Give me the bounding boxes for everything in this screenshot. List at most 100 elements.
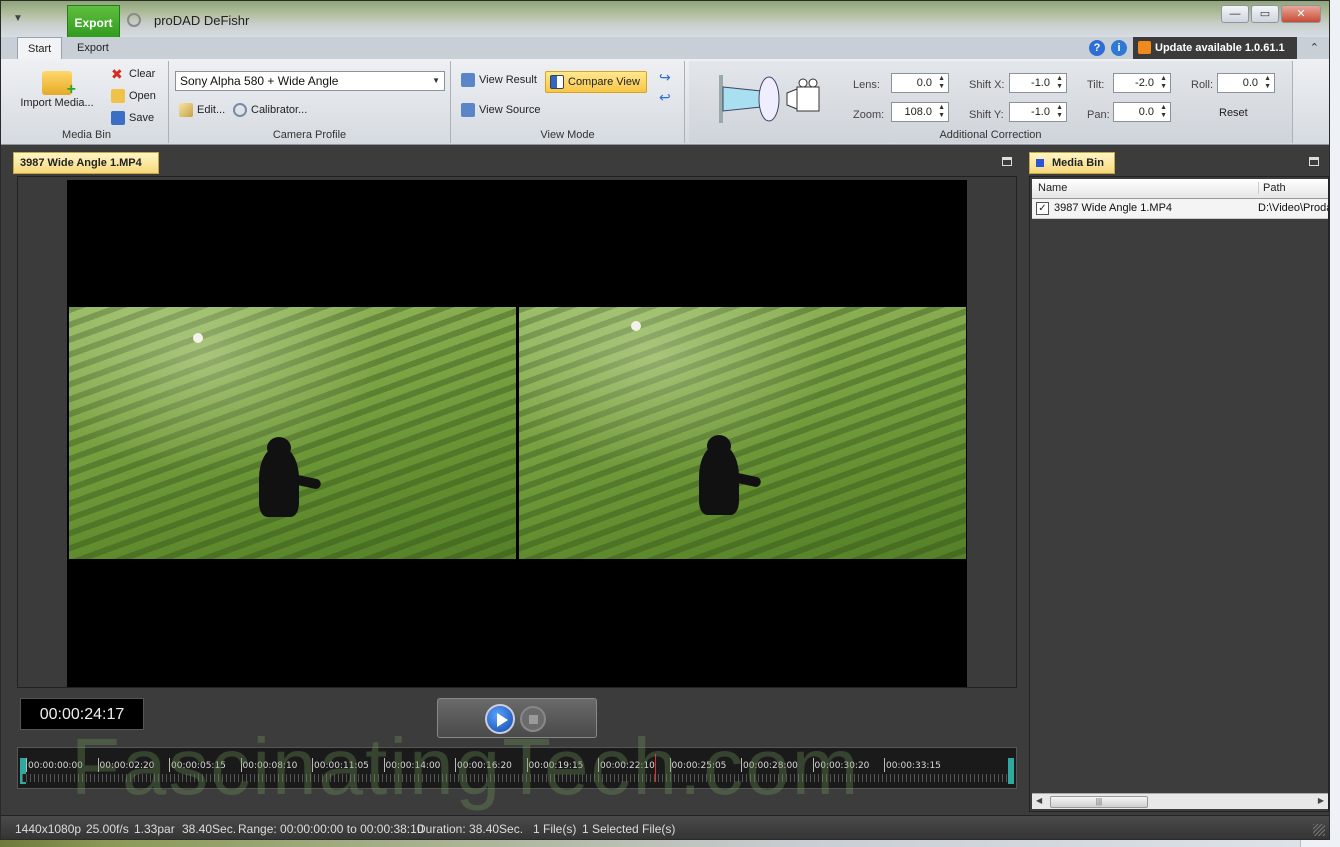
maximize-panel-icon[interactable]: [1002, 157, 1012, 166]
clear-button[interactable]: ✖ Clear: [111, 67, 155, 81]
maximize-button[interactable]: ▭: [1251, 5, 1279, 23]
open-button[interactable]: Open: [111, 89, 156, 103]
app-window: ▼ Export proDAD DeFishr — ▭ ✕ Start Expo…: [0, 0, 1330, 840]
calibrator-label: Calibrator...: [251, 104, 308, 116]
roll-spinner[interactable]: 0.0 ▲ ▼: [1217, 73, 1275, 93]
spin-arrows-icon[interactable]: ▲ ▼: [1056, 75, 1063, 91]
shift-x-spinner[interactable]: -1.0 ▲ ▼: [1009, 73, 1067, 93]
edit-label: Edit...: [197, 104, 226, 116]
reset-button[interactable]: Reset: [1219, 107, 1248, 119]
calibrator-button[interactable]: Calibrator...: [233, 103, 307, 117]
media-bin-panel: Name Path ✓ 3987 Wide Angle 1.MP4 D:\Vid…: [1029, 176, 1329, 812]
edit-profile-button[interactable]: Edit...: [179, 103, 225, 117]
lens-camera-diagram-icon: [719, 75, 820, 123]
dog: [699, 435, 739, 515]
range-end-handle[interactable]: [1008, 758, 1014, 784]
horizontal-scrollbar[interactable]: ◀ ||| ▶: [1032, 793, 1328, 809]
ball: [631, 321, 641, 331]
spin-arrows-icon[interactable]: ▲ ▼: [1160, 104, 1167, 120]
view-mode-group-label: View Mode: [540, 129, 595, 141]
lens-spinner[interactable]: 0.0 ▲ ▼: [891, 73, 949, 93]
tab-export[interactable]: Export: [67, 37, 119, 59]
roll-value: 0.0: [1242, 77, 1258, 89]
quick-export-button[interactable]: Export: [67, 5, 120, 39]
tab-start[interactable]: Start: [17, 37, 63, 59]
compare-view-label: Compare View: [568, 76, 640, 88]
lens-label: Lens:: [853, 79, 880, 91]
status-resolution: 1440x1080p: [15, 822, 82, 836]
group-camera-profile: Sony Alpha 580 + Wide Angle ▼ Edit... Ca…: [169, 61, 451, 143]
gears-icon: [233, 103, 247, 117]
status-length: 38.40Sec.: [182, 822, 237, 836]
clear-label: Clear: [129, 68, 156, 80]
shift-y-spinner[interactable]: -1.0 ▲ ▼: [1009, 102, 1067, 122]
viewer-tab[interactable]: 3987 Wide Angle 1.MP4: [13, 152, 159, 174]
zoom-spinner[interactable]: 108.0 ▲ ▼: [891, 102, 949, 122]
lens-value: 0.0: [916, 77, 932, 89]
compare-view-button[interactable]: Compare View: [545, 71, 647, 93]
resize-grip[interactable]: [1313, 824, 1325, 836]
status-fps: 25.00f/s: [86, 822, 129, 836]
tilt-label: Tilt:: [1087, 79, 1105, 91]
ribbon: Import Media... ✖ Clear Open Save Media …: [1, 59, 1329, 145]
shift-y-label: Shift Y:: [969, 109, 1004, 121]
pan-spinner[interactable]: 0.0 ▲ ▼: [1113, 102, 1171, 122]
column-header-name[interactable]: Name: [1038, 182, 1067, 194]
media-bin-header: Name Path: [1032, 179, 1328, 199]
scroll-right-icon[interactable]: ▶: [1318, 796, 1324, 805]
shift-y-value: -1.0: [1031, 106, 1050, 118]
app-menu-icon[interactable]: ▼: [13, 13, 29, 27]
save-label: Save: [129, 112, 155, 124]
camera-profile-value: Sony Alpha 580 + Wide Angle: [180, 74, 339, 88]
monitor-icon: [461, 73, 475, 87]
close-button[interactable]: ✕: [1281, 5, 1321, 23]
spin-arrows-icon[interactable]: ▲ ▼: [1160, 75, 1167, 91]
group-additional-correction: Lens: 0.0 ▲ ▼ Zoom: 108.0 ▲ ▼ Shift X: -1.…: [689, 61, 1293, 143]
folder-add-icon: [42, 71, 76, 99]
media-bin-tab[interactable]: Media Bin: [1029, 152, 1115, 174]
scroll-left-icon[interactable]: ◀: [1036, 796, 1042, 805]
undo-icon[interactable]: ↩: [659, 89, 671, 106]
update-available-button[interactable]: Update available 1.0.61.1: [1133, 37, 1297, 59]
minimize-button[interactable]: —: [1221, 5, 1249, 23]
gear-icon[interactable]: [127, 13, 141, 27]
timeline-tick: [884, 758, 885, 772]
timeline-tick: [26, 758, 27, 772]
group-view-mode: View Result Compare View View Source ↪ ↩…: [451, 61, 685, 143]
additional-correction-group-label: Additional Correction: [939, 129, 1042, 141]
rss-icon: [1138, 41, 1151, 54]
timeline-tick-label: 00:00:33:15: [886, 761, 941, 771]
maximize-panel-icon[interactable]: [1309, 157, 1319, 166]
scrollbar-thumb[interactable]: |||: [1050, 796, 1148, 808]
pencil-icon: [179, 103, 193, 117]
folder-open-icon: [111, 89, 125, 103]
status-files: 1 File(s): [533, 822, 577, 836]
redo-icon[interactable]: ↪: [659, 69, 671, 86]
column-header-path[interactable]: Path: [1258, 182, 1286, 194]
help-icon[interactable]: ?: [1089, 40, 1105, 56]
checkbox[interactable]: ✓: [1036, 202, 1049, 215]
status-duration: Duration: 38.40Sec.: [417, 822, 524, 836]
status-selected: 1 Selected File(s): [582, 822, 676, 836]
view-result-button[interactable]: View Result: [461, 73, 537, 87]
update-label: Update available 1.0.61.1: [1155, 42, 1285, 54]
spin-arrows-icon[interactable]: ▲ ▼: [938, 104, 945, 120]
square-icon: [1036, 159, 1044, 167]
window-controls: — ▭ ✕: [1221, 5, 1321, 23]
collapse-ribbon-icon[interactable]: ⌃: [1310, 41, 1319, 54]
spin-arrows-icon[interactable]: ▲ ▼: [1264, 75, 1271, 91]
import-media-button[interactable]: Import Media...: [11, 67, 103, 117]
status-bar: 1440x1080p 25.00f/s 1.33par 38.40Sec. Ra…: [1, 815, 1329, 839]
save-button[interactable]: Save: [111, 111, 154, 125]
tilt-spinner[interactable]: -2.0 ▲ ▼: [1113, 73, 1171, 93]
media-bin-group-label: Media Bin: [62, 129, 111, 141]
camera-profile-select[interactable]: Sony Alpha 580 + Wide Angle ▼: [175, 71, 445, 91]
result-frame: [519, 307, 966, 559]
watermark: FascinatingTech.com: [71, 722, 861, 811]
source-frame: [69, 307, 516, 559]
view-source-button[interactable]: View Source: [461, 103, 541, 117]
spin-arrows-icon[interactable]: ▲ ▼: [1056, 104, 1063, 120]
info-icon[interactable]: i: [1111, 40, 1127, 56]
spin-arrows-icon[interactable]: ▲ ▼: [938, 75, 945, 91]
table-row[interactable]: ✓ 3987 Wide Angle 1.MP4 D:\Video\Proda: [1032, 199, 1328, 219]
